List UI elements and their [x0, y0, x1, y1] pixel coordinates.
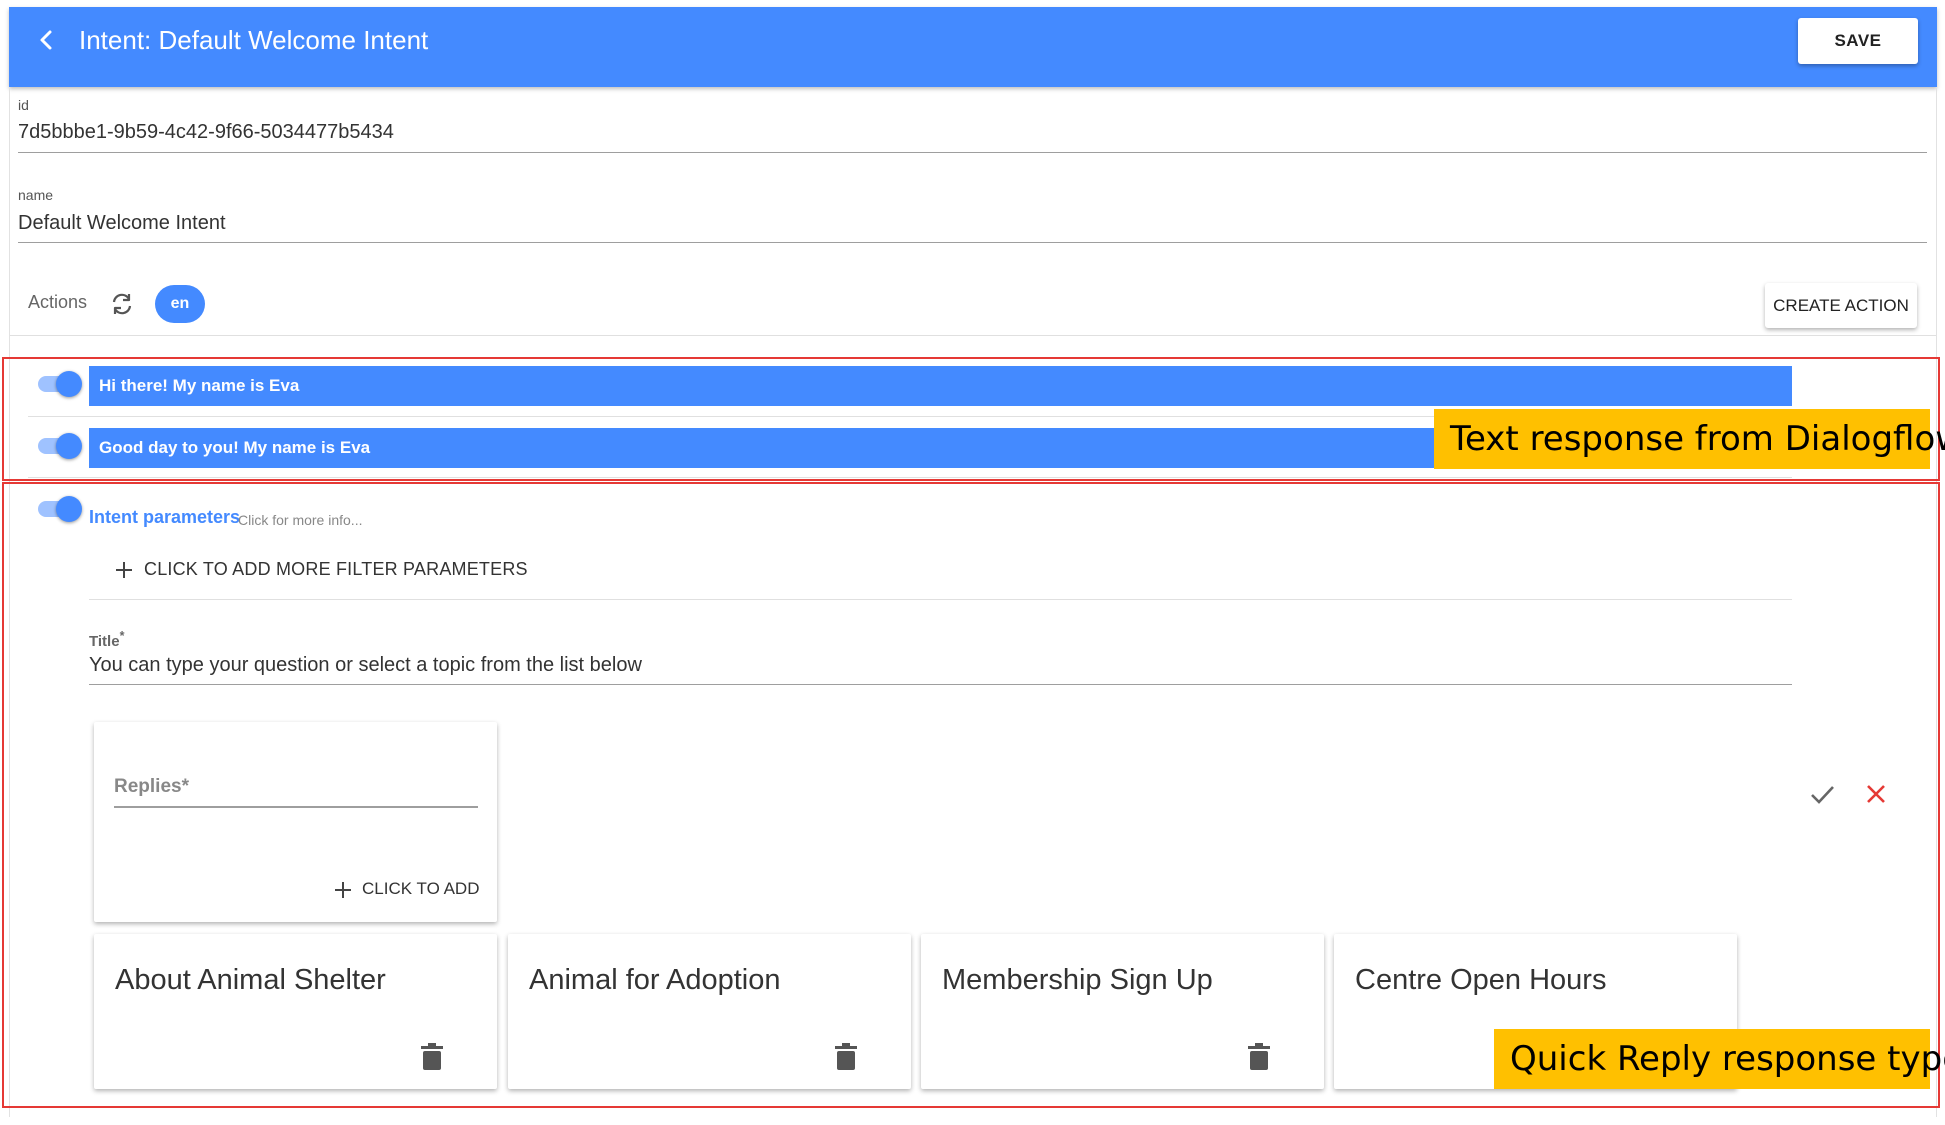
- sync-icon[interactable]: [107, 289, 137, 319]
- id-underline: [18, 152, 1927, 153]
- actions-divider: [10, 335, 1936, 336]
- name-underline: [18, 242, 1927, 243]
- id-label: id: [18, 97, 29, 113]
- name-label: name: [18, 187, 54, 203]
- actions-label: Actions: [28, 292, 88, 312]
- create-action-button[interactable]: CREATE ACTION: [1765, 283, 1917, 328]
- text-response-callout: Text response from Dialogflow: [1434, 409, 1945, 469]
- chevron-left-icon[interactable]: [30, 24, 62, 56]
- quick-reply-frame: [2, 482, 1940, 1108]
- name-field[interactable]: Default Welcome Intent: [18, 212, 226, 235]
- id-field[interactable]: 7d5bbbe1-9b59-4c42-9f66-5034477b5434: [18, 121, 394, 144]
- page-title: Intent: Default Welcome Intent: [79, 25, 429, 55]
- language-chip[interactable]: en: [155, 285, 205, 323]
- quick-reply-callout: Quick Reply response type: [1494, 1029, 1945, 1089]
- save-button[interactable]: SAVE: [1798, 18, 1918, 64]
